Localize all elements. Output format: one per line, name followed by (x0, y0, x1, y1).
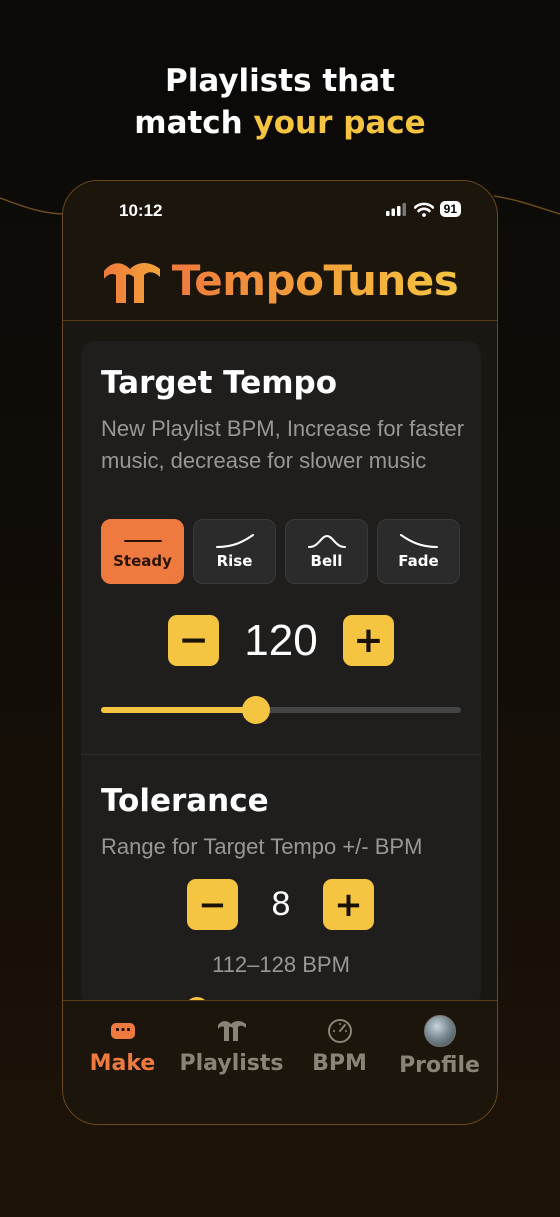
tolerance-decrease-button[interactable]: − (187, 879, 238, 930)
rise-curve-icon (215, 533, 254, 548)
cellular-signal-icon (385, 203, 406, 216)
shape-fade-button[interactable]: Fade (377, 519, 460, 584)
phone-frame: 10:12 91 TempoTunes Target Tempo New Pla… (62, 180, 498, 1125)
tolerance-increase-button[interactable]: + (323, 879, 374, 930)
tab-bpm[interactable]: BPM (285, 1015, 394, 1076)
shape-bell-button[interactable]: Bell (285, 519, 368, 584)
tempotunes-logo-icon (103, 262, 160, 303)
tempo-increase-button[interactable]: + (343, 615, 394, 666)
bell-curve-icon (307, 534, 346, 548)
tab-playlists-label: Playlists (179, 1051, 284, 1076)
tolerance-description: Range for Target Tempo +/- BPM (101, 834, 423, 859)
wifi-icon (413, 202, 434, 217)
tempotunes-logo-icon (217, 1021, 246, 1041)
battery-indicator: 91 (439, 201, 461, 217)
tolerance-value: 8 (271, 885, 291, 923)
controller-icon (110, 1023, 135, 1039)
shape-bell-label: Bell (310, 551, 343, 570)
shape-rise-label: Rise (216, 551, 253, 570)
app-title: TempoTunes (171, 256, 459, 305)
tab-make[interactable]: Make (68, 1015, 177, 1076)
fade-curve-icon (399, 533, 438, 548)
section-divider (81, 754, 481, 755)
headline: Playlists that match your pace (0, 60, 560, 144)
bottom-tab-bar: Make Playlists BPM Profile (63, 1000, 497, 1124)
tempo-slider[interactable] (101, 695, 461, 725)
status-bar: 10:12 91 (63, 181, 497, 241)
shape-fade-label: Fade (398, 551, 439, 570)
headline-line-2-prefix: match (134, 105, 254, 141)
tolerance-title: Tolerance (101, 783, 269, 819)
settings-card[interactable]: Target Tempo New Playlist BPM, Increase … (81, 341, 481, 1006)
shape-steady-label: Steady (113, 551, 172, 570)
speedometer-icon (327, 1019, 352, 1043)
status-system-icons: 91 (385, 201, 461, 217)
headline-line-1: Playlists that (165, 63, 395, 99)
tab-playlists[interactable]: Playlists (177, 1015, 286, 1076)
target-tempo-description: New Playlist BPM, Increase for faster mu… (101, 416, 465, 473)
tab-bpm-label: BPM (312, 1051, 367, 1076)
tolerance-range: 112–128 BPM (212, 952, 350, 977)
avatar (423, 1015, 456, 1047)
tempo-shape-selector: Steady Rise Bell Fade (101, 519, 460, 584)
shape-steady-button[interactable]: Steady (101, 519, 184, 584)
headline-line-2: match your pace (0, 102, 560, 144)
tempo-decrease-button[interactable]: − (168, 615, 219, 666)
shape-rise-button[interactable]: Rise (193, 519, 276, 584)
tempo-slider-fill (101, 707, 256, 713)
tempo-value: 120 (244, 615, 318, 665)
app-header: TempoTunes (63, 241, 497, 321)
tempo-slider-thumb[interactable] (241, 696, 270, 724)
tab-profile[interactable]: Profile (385, 1015, 494, 1078)
tab-make-label: Make (89, 1051, 156, 1076)
tab-profile-label: Profile (399, 1053, 480, 1078)
status-time: 10:12 (119, 201, 163, 220)
target-tempo-title: Target Tempo (101, 365, 338, 401)
flat-line-icon (123, 539, 162, 542)
headline-accent: your pace (253, 105, 426, 141)
